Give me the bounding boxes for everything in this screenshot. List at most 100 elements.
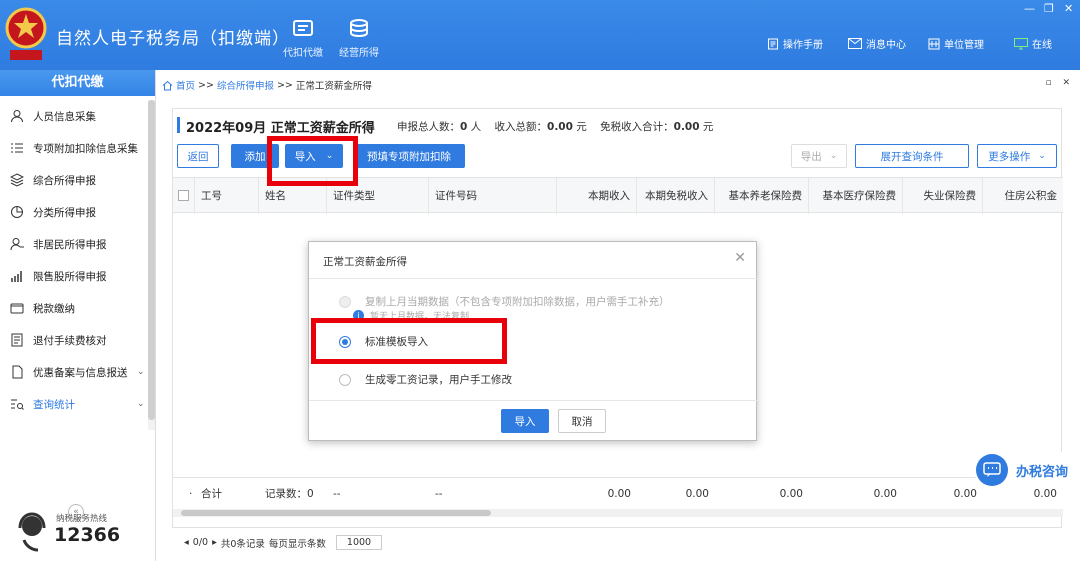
topnav-business-income[interactable]: 经营所得 [333,18,385,59]
col-pension[interactable]: 基本养老保险费 [715,178,809,214]
top-bar: 自然人电子税务局（扣缴端） 代扣代缴 经营所得 操作手册 消息中心 单位管理 在… [0,0,1080,70]
close-icon[interactable]: ✕ [1064,2,1073,15]
sidebar: 代扣代缴 人员信息采集 专项附加扣除信息采集 综合所得申报 分类所得申报 非居民… [0,70,156,561]
sidebar-header: 代扣代缴 [0,70,155,96]
sidebar-item-preferential-filing[interactable]: 优惠备案与信息报送 ⌄ [0,358,150,386]
col-employee-id[interactable]: 工号 [195,178,259,214]
hotline-number: 12366 [54,524,121,546]
option-copy-last-month-label: 复制上月当期数据（不包含专项附加扣除数据，用户需手工补充） [365,296,670,308]
col-tax-free-income[interactable]: 本期免税收入 [637,178,715,214]
declaration-stats: 申报总人数：0 人 收入总额：0.00 元 免税收入合计：0.00 元 [397,119,713,134]
stat-income-value: 0.00 [547,121,573,133]
tax-withhold-icon [293,20,313,36]
table-hscroll-thumb[interactable] [181,510,491,516]
consult-widget[interactable]: 办税咨询 [974,452,1080,488]
sidebar-item-label: 非居民所得申报 [33,238,107,251]
tax-emblem-logo [5,7,47,60]
restore-page-icon[interactable]: ▫ [1045,78,1051,88]
person-outline-icon [10,238,24,251]
radio-copy-last-month[interactable] [339,295,351,308]
document-icon [11,333,23,347]
option-zero-salary[interactable]: 生成零工资记录，用户手工修改 [339,372,512,387]
sidebar-item-query-stats[interactable]: 查询统计 ⌄ [0,390,150,418]
stat-free-value: 0.00 [673,121,700,133]
sidebar-item-label: 专项附加扣除信息采集 [33,142,138,155]
sidebar-item-refund-fee[interactable]: 退付手续费核对 [0,326,150,354]
message-center-link[interactable]: 消息中心 [848,36,906,51]
expand-query-button[interactable]: 展开查询条件 [855,144,969,168]
monitor-icon [1014,37,1028,49]
breadcrumb-sep: >> [276,79,293,91]
prev-page-icon[interactable]: ▸ [212,537,217,548]
close-icon[interactable]: ✕ [734,250,746,266]
sidebar-item-nonresident-income[interactable]: 非居民所得申报 [0,230,150,258]
summary-label: 合计 [201,488,222,500]
highlight-template-option [311,318,507,364]
summary-value: 0.00 [953,488,977,500]
export-button-label: 导出 [800,150,822,163]
option-copy-last-month[interactable]: 复制上月当期数据（不包含专项附加扣除数据，用户需手工补充） [339,294,670,309]
per-page-input[interactable]: 1000 [335,535,383,550]
dialog-title: 正常工资薪金所得 [323,256,407,268]
summary-records: 记录数：0 [265,488,314,500]
stat-people-label: 申报总人数： [397,121,460,133]
close-page-icon[interactable]: ✕ [1062,78,1070,88]
more-actions-button[interactable]: 更多操作 ⌄ [977,144,1057,168]
mail-icon [848,38,862,49]
building-icon [928,38,940,49]
col-unemployment[interactable]: 失业保险费 [903,178,983,214]
unit-management-link[interactable]: 单位管理 [928,36,984,51]
page-controls: ▫ ✕ [1045,78,1070,88]
col-id-number[interactable]: 证件号码 [429,178,557,214]
chat-icon [976,454,1008,486]
sidebar-scroll-thumb[interactable] [148,100,155,420]
col-current-income[interactable]: 本期收入 [557,178,637,214]
person-icon [11,110,23,123]
stat-income-label: 收入总额： [494,121,548,133]
prefill-deduction-button[interactable]: 预填专项附加扣除 [353,144,465,168]
export-button[interactable]: 导出 ⌄ [791,144,847,168]
hotline-label: 纳税服务热线 [56,514,108,524]
breadcrumb: 首页 >> 综合所得申报 >> 正常工资薪金所得 [162,78,372,92]
sidebar-item-tax-payment[interactable]: 税款缴纳 [0,294,150,322]
breadcrumb-level1[interactable]: 综合所得申报 [217,78,274,92]
wallet-icon [10,303,24,314]
back-button[interactable]: 返回 [177,144,219,168]
sidebar-item-special-deduction[interactable]: 专项附加扣除信息采集 [0,134,150,162]
sidebar-item-restricted-shares[interactable]: 限售股所得申报 [0,262,150,290]
sidebar-item-comprehensive-income[interactable]: 综合所得申报 [0,166,150,194]
breadcrumb-sep: >> [198,79,214,91]
sidebar-item-personnel[interactable]: 人员信息采集 [0,102,150,130]
stat-people-value: 0 [460,121,468,133]
table-hscrollbar[interactable] [173,509,1063,517]
topnav-withhold[interactable]: 代扣代缴 [277,18,329,59]
summary-dash: -- [435,488,443,500]
breadcrumb-home[interactable]: 首页 [176,78,195,92]
total-records: 共0条记录 [220,538,265,550]
select-all-checkbox[interactable] [173,178,195,214]
manual-icon [768,38,778,49]
summary-value: 0.00 [607,488,631,500]
stat-income-unit: 元 [576,121,587,133]
summary-value: 0.00 [873,488,897,500]
minimize-icon[interactable]: — [1024,2,1035,15]
online-status-link[interactable]: 在线 [1014,36,1052,51]
manual-link-label: 操作手册 [783,40,823,51]
dialog-cancel-button[interactable]: 取消 [558,409,606,433]
summary-dash: -- [333,488,341,500]
manual-link[interactable]: 操作手册 [767,36,823,51]
col-housing-fund[interactable]: 住房公积金 [983,178,1063,214]
radio-zero-salary[interactable] [339,373,351,386]
chevron-down-icon: ⌄ [137,399,145,409]
sidebar-item-classified-income[interactable]: 分类所得申报 [0,198,150,226]
sidebar-item-label: 优惠备案与信息报送 [33,366,128,379]
prev-page-icon[interactable]: ◂ [184,537,189,548]
summary-value: 0.00 [779,488,803,500]
coins-icon [350,19,368,38]
dialog-import-button[interactable]: 导入 [501,409,549,433]
topnav-business-income-label: 经营所得 [339,48,379,59]
col-medical[interactable]: 基本医疗保险费 [809,178,903,214]
consult-label: 办税咨询 [1016,464,1069,480]
pager: ◂ 0/0 ▸ 共0条记录 每页显示条数 1000 [184,535,383,550]
restore-icon[interactable]: ❐ [1044,2,1054,15]
